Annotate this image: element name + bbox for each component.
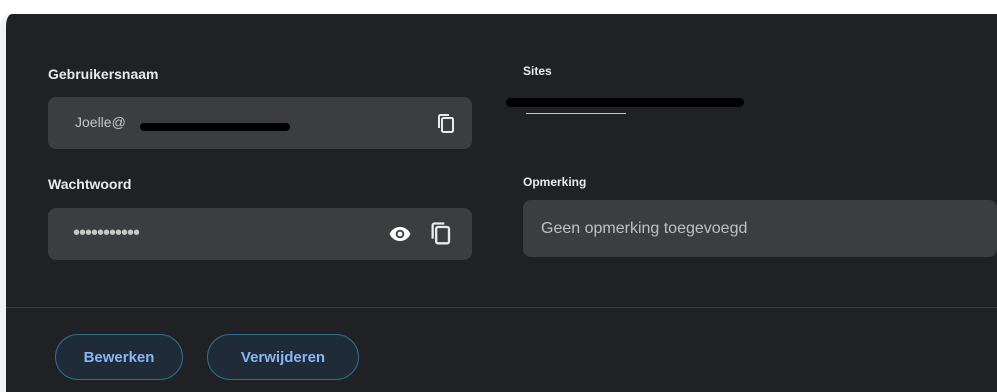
note-label: Opmerking (523, 175, 587, 189)
password-masked-value: ••••••••••• (73, 222, 140, 244)
password-field[interactable]: ••••••••••• (48, 208, 472, 260)
password-details-window: Gebruikersnaam Joelle@ Wachtwoord ••••••… (0, 0, 997, 392)
eye-icon[interactable] (388, 222, 412, 246)
divider (6, 307, 997, 308)
username-redaction (140, 123, 290, 131)
note-value: Geen opmerking toegevoegd (541, 220, 748, 237)
username-label: Gebruikersnaam (48, 66, 159, 82)
sites-label: Sites (523, 64, 552, 78)
copy-icon[interactable] (428, 220, 456, 248)
edit-button[interactable]: Bewerken (55, 334, 183, 380)
username-value: Joelle@ (75, 114, 126, 130)
copy-icon[interactable] (435, 112, 459, 136)
site-link[interactable] (506, 92, 746, 118)
delete-button[interactable]: Verwijderen (207, 334, 359, 380)
note-field[interactable]: Geen opmerking toegevoegd (523, 200, 997, 257)
password-label: Wachtwoord (48, 176, 132, 192)
username-field[interactable]: Joelle@ (48, 97, 472, 149)
site-link-underline (526, 113, 626, 114)
password-details-panel: Gebruikersnaam Joelle@ Wachtwoord ••••••… (0, 14, 997, 392)
site-redaction (506, 98, 744, 107)
